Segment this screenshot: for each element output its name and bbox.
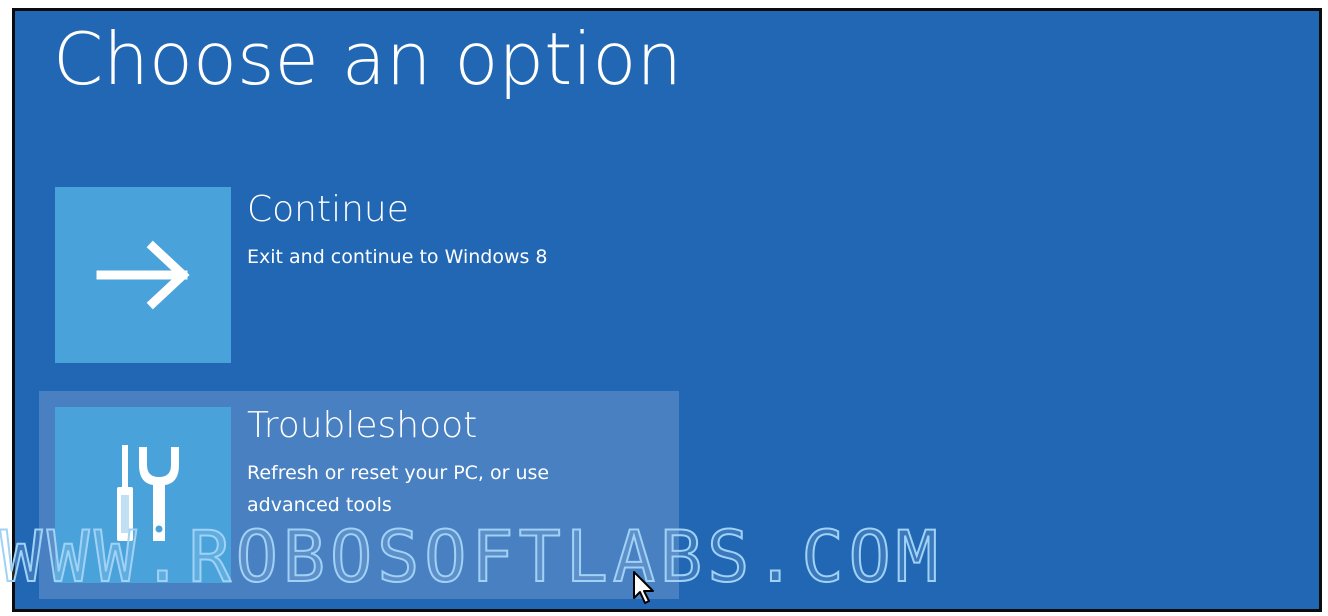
continue-title: Continue [247,189,409,230]
screenshot-frame: Choose an option Continue Exit and conti… [0,0,1328,616]
page-title: Choose an option [53,17,683,101]
recovery-screen: Choose an option Continue Exit and conti… [12,8,1322,612]
troubleshoot-option[interactable]: Troubleshoot Refresh or reset your PC, o… [39,391,679,599]
troubleshoot-tile[interactable] [55,407,231,583]
troubleshoot-description: Refresh or reset your PC, or use advance… [247,462,550,516]
continue-tile[interactable] [55,187,231,363]
mouse-cursor-icon [633,571,654,604]
tools-icon [117,445,179,541]
continue-description: Exit and continue to Windows 8 [247,246,548,268]
arrow-right-icon [96,240,190,310]
troubleshoot-title: Troubleshoot [247,405,478,446]
continue-option[interactable]: Continue Exit and continue to Windows 8 [39,179,679,387]
